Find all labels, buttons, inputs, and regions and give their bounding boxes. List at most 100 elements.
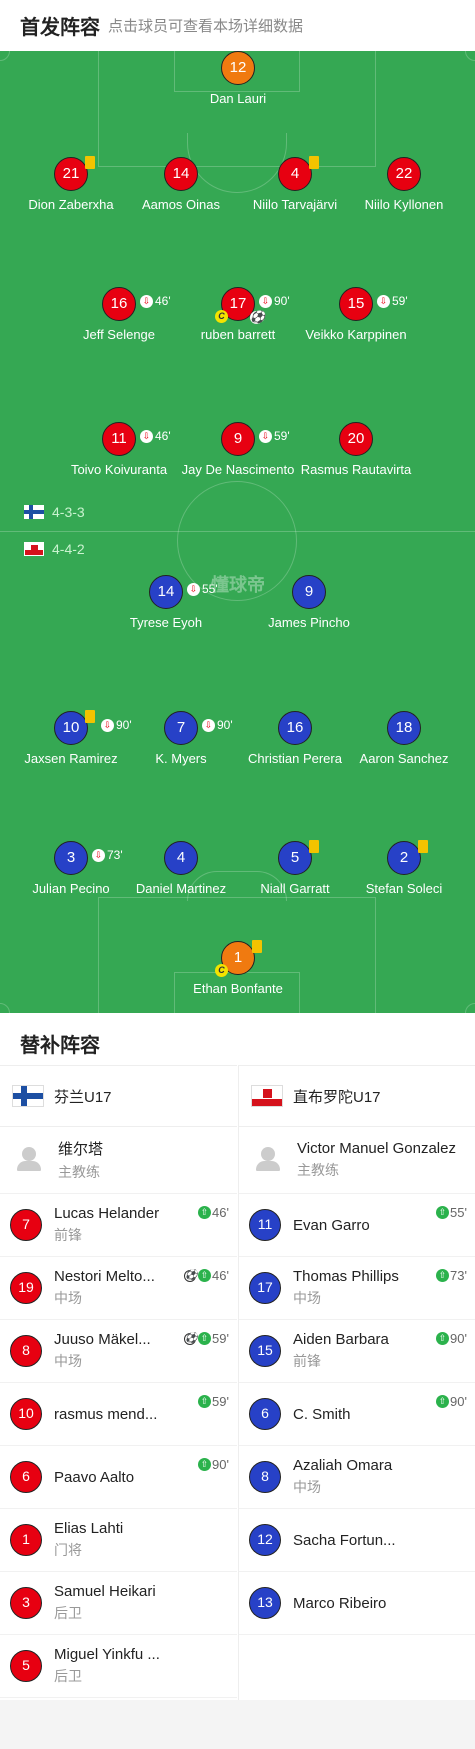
sub-player-row[interactable]: 6 C. Smith ⇧ 90': [239, 1383, 475, 1446]
player-name: Tyrese Eyoh: [129, 615, 203, 630]
player-name: Toivo Koivuranta: [70, 462, 168, 477]
sub-player-number: 19: [10, 1272, 42, 1304]
coach-role: 主教练: [58, 1164, 100, 1180]
sub-player-row[interactable]: 11 Evan Garro ⇧ 55': [239, 1194, 475, 1257]
player-name: Rasmus Rautavirta: [300, 462, 412, 477]
player-marker[interactable]: 11 ⇩ 46' Toivo Koivuranta: [54, 422, 184, 477]
sub-player-row[interactable]: 19 Nestori Melto... 中场 ⚽ ⇧ 46': [0, 1257, 237, 1320]
player-name: Niilo Kyllonen: [364, 197, 444, 212]
home-subs-column: 芬兰U17 维尔塔 主教练 7 Lucas Helander 前锋 ⇧ 46' 19 Nes…: [0, 1065, 237, 1744]
player-marker[interactable]: 16 ⇩ 46' Jeff Selenge: [54, 287, 184, 342]
player-marker[interactable]: 12 Dan Lauri: [173, 51, 303, 106]
player-marker[interactable]: 4 Daniel Martinez: [116, 841, 246, 896]
player-number: 4: [164, 841, 198, 875]
pitch: 懂球帝 4-3-3 4-4-2 12 Dan Lauri 21 Dion Zab…: [0, 51, 475, 1013]
gibraltar-flag-icon: [251, 1085, 283, 1107]
yellow-card-icon: [309, 840, 319, 853]
sub-player-row[interactable]: 8 Juuso Mäkel... 中场 ⚽ ⇧ 59': [0, 1320, 237, 1383]
sub-player-position: 后卫: [54, 1668, 82, 1684]
player-name: ruben barrett: [200, 327, 276, 342]
corner-arc: [0, 51, 10, 61]
captain-icon: C: [215, 964, 228, 977]
away-team-header: 直布罗陀U17: [239, 1065, 475, 1127]
sub-player-row[interactable]: 5 Miguel Yinkfu ... 后卫: [0, 1635, 237, 1698]
sub-on-indicator: ⇧ 55': [436, 1205, 467, 1220]
sub-player-name: Azaliah Omara: [293, 1457, 393, 1474]
sub-player-row[interactable]: 6 Paavo Aalto ⇧ 90': [0, 1446, 237, 1509]
subs-title: 替补阵容: [20, 1034, 100, 1057]
player-name: Aaron Sanchez: [359, 751, 449, 766]
player-number: 4: [278, 156, 319, 191]
home-formation-label: 4-3-3: [52, 504, 85, 520]
player-marker[interactable]: 20 Rasmus Rautavirta: [291, 422, 421, 477]
player-marker[interactable]: 15 ⇩ 59' Veikko Karppinen: [291, 287, 421, 342]
yellow-card-icon: [252, 940, 262, 953]
sub-player-name: Evan Garro: [293, 1216, 370, 1234]
sub-player-number: 11: [249, 1209, 281, 1241]
corner-arc: [0, 1003, 10, 1013]
player-marker[interactable]: 14 Aamos Oinas: [116, 157, 246, 212]
sub-player-name: Elias Lahti: [54, 1520, 124, 1537]
sub-player-row[interactable]: 10 rasmus mend... ⇧ 59': [0, 1383, 237, 1446]
sub-player-row[interactable]: 15 Aiden Barbara 前锋 ⇧ 90': [239, 1320, 475, 1383]
sub-player-number: 12: [249, 1524, 281, 1556]
sub-on-indicator: ⇧ 73': [436, 1268, 467, 1283]
sub-off-icon: ⇩: [187, 583, 200, 596]
sub-off-indicator: ⇩ 46': [140, 421, 171, 452]
sub-player-row[interactable]: 3 Samuel Heikari 后卫: [0, 1572, 237, 1635]
player-marker[interactable]: 2 Stefan Soleci: [339, 840, 469, 896]
coach-role: 主教练: [297, 1162, 339, 1178]
sub-on-icon: ⇧: [436, 1395, 450, 1408]
coach-avatar-icon: [16, 1147, 42, 1173]
sub-player-row[interactable]: 8 Azaliah Omara 中场: [239, 1446, 475, 1509]
sub-off-indicator: ⇩ 55': [187, 574, 218, 605]
sub-player-name: Sacha Fortun...: [293, 1531, 396, 1549]
player-number: 20: [339, 422, 373, 456]
corner-arc: [465, 1003, 475, 1013]
sub-on-time: 59': [212, 1331, 229, 1346]
player-marker[interactable]: 18 Aaron Sanchez: [339, 711, 469, 766]
player-marker[interactable]: 7 ⇩ 90' K. Myers: [116, 711, 246, 766]
yellow-card-icon: [418, 840, 428, 853]
sub-player-position: 门将: [54, 1542, 82, 1558]
sub-player-position: 后卫: [54, 1605, 82, 1621]
player-marker[interactable]: 1C Ethan Bonfante: [173, 940, 303, 996]
sub-on-icon: ⇧: [198, 1332, 212, 1345]
player-marker[interactable]: 9 James Pincho: [244, 575, 374, 630]
sub-on-indicator: ⇧ 46': [198, 1205, 229, 1220]
sub-player-number: 6: [249, 1398, 281, 1430]
away-team-name: 直布罗陀U17: [293, 1088, 381, 1106]
player-number: 10 ⇩ 90': [54, 710, 132, 745]
player-number: 5: [278, 840, 319, 875]
sub-player-row[interactable]: 12 Sacha Fortun...: [239, 1509, 475, 1572]
sub-player-number: 13: [249, 1587, 281, 1619]
sub-player-number: 6: [10, 1461, 42, 1493]
sub-on-indicator: ⇧ 90': [436, 1331, 467, 1346]
sub-on-icon: ⇧: [436, 1332, 450, 1345]
sub-player-row[interactable]: 17 Thomas Phillips 中场 ⇧ 73': [239, 1257, 475, 1320]
player-name: James Pincho: [268, 615, 350, 630]
away-coach-row[interactable]: Victor Manuel Gonzalez 主教练: [239, 1127, 475, 1194]
sub-on-icon: ⇧: [436, 1269, 450, 1282]
yellow-card-icon: [85, 156, 95, 169]
sub-player-row[interactable]: 1 Elias Lahti 门将: [0, 1509, 237, 1572]
home-coach-row[interactable]: 维尔塔 主教练: [0, 1127, 237, 1194]
sub-on-icon: ⇧: [198, 1395, 212, 1408]
player-marker[interactable]: 22 Niilo Kyllonen: [339, 157, 469, 212]
away-subs-column: 直布罗陀U17 Victor Manuel Gonzalez 主教练 11 Eva…: [238, 1065, 475, 1744]
player-marker[interactable]: 17 ⇩ 90' C ⚽ ruben barrett: [173, 287, 303, 342]
player-number: 18: [387, 711, 421, 745]
player-number: 14 ⇩ 55': [149, 575, 218, 609]
player-number: 2: [387, 840, 428, 875]
player-number: 16 ⇩ 46': [102, 287, 171, 321]
sub-player-row[interactable]: 7 Lucas Helander 前锋 ⇧ 46': [0, 1194, 237, 1257]
sub-player-row[interactable]: 13 Marco Ribeiro: [239, 1572, 475, 1635]
home-team-name: 芬兰U17: [54, 1088, 112, 1106]
sub-player-position: 中场: [54, 1353, 82, 1369]
player-marker[interactable]: 14 ⇩ 55' Tyrese Eyoh: [101, 575, 231, 630]
player-number: 22: [387, 157, 421, 191]
soccer-ball-icon: ⚽: [250, 310, 265, 324]
player-marker[interactable]: 9 ⇩ 59' Jay De Nascimento: [173, 422, 303, 477]
sub-off-indicator: ⇩ 59': [259, 421, 290, 452]
sub-on-time: 90': [212, 1457, 229, 1472]
